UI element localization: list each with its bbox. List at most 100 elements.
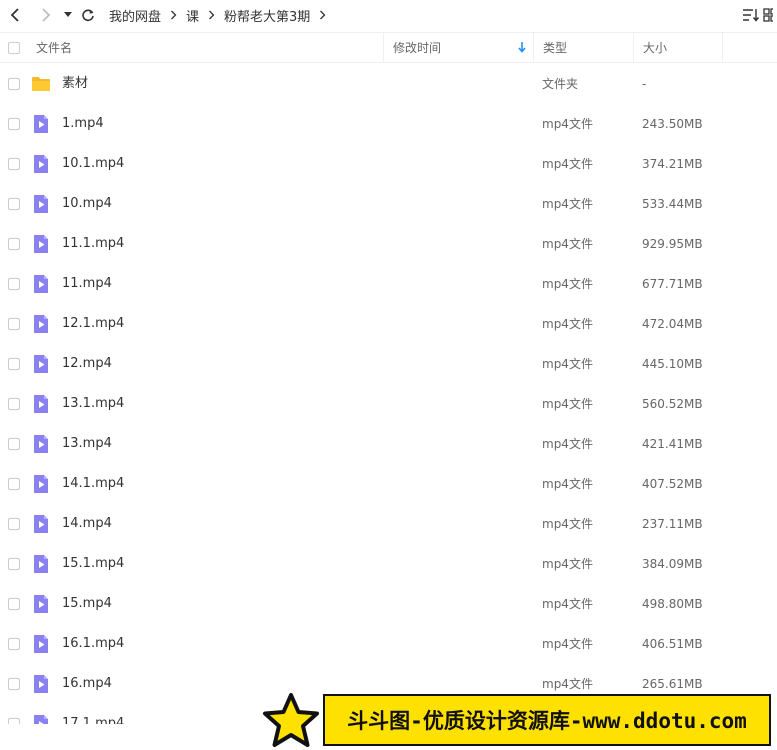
breadcrumb-item[interactable]: 粉帮老大第3期 [224, 6, 310, 25]
file-name[interactable]: 15.1.mp4 [62, 544, 124, 584]
file-row[interactable]: 16.1.mp4 mp4文件 406.51MB [0, 624, 777, 664]
chevron-left-icon [10, 8, 19, 22]
file-size: 472.04MB [642, 317, 703, 331]
file-type: mp4文件 [542, 277, 593, 291]
file-list: 素材 文件夹 - 1.mp4 mp4文件 243.50MB 10.1.mp4 mp4文件 374… [0, 64, 777, 724]
file-type: 文件夹 [542, 77, 579, 91]
video-file-icon [31, 594, 51, 614]
file-row[interactable]: 12.1.mp4 mp4文件 472.04MB [0, 304, 777, 344]
row-checkbox[interactable] [8, 598, 20, 610]
row-checkbox[interactable] [8, 78, 20, 90]
file-row[interactable]: 13.mp4 mp4文件 421.41MB [0, 424, 777, 464]
view-mode-button[interactable] [763, 3, 777, 27]
file-type: mp4文件 [542, 437, 593, 451]
file-name[interactable]: 14.1.mp4 [62, 464, 124, 504]
file-type: mp4文件 [542, 357, 593, 371]
file-name[interactable]: 16.1.mp4 [62, 624, 124, 664]
file-type: mp4文件 [542, 637, 593, 651]
file-type: mp4文件 [542, 477, 593, 491]
video-file-icon [31, 234, 51, 254]
history-dropdown-button[interactable] [61, 4, 75, 26]
file-name[interactable]: 素材 [62, 64, 88, 104]
file-row[interactable]: 12.mp4 mp4文件 445.10MB [0, 344, 777, 384]
file-type: mp4文件 [542, 317, 593, 331]
row-checkbox[interactable] [8, 198, 20, 210]
file-row[interactable]: 14.mp4 mp4文件 237.11MB [0, 504, 777, 544]
file-type: mp4文件 [542, 117, 593, 131]
file-name[interactable]: 16.mp4 [62, 664, 112, 704]
row-checkbox[interactable] [8, 398, 20, 410]
file-row[interactable]: 素材 文件夹 - [0, 64, 777, 104]
file-size: 406.51MB [642, 637, 703, 651]
refresh-button[interactable] [77, 4, 99, 26]
sort-button[interactable] [739, 3, 763, 27]
breadcrumb-item[interactable]: 课 [186, 6, 199, 25]
folder-icon [31, 74, 51, 94]
row-checkbox[interactable] [8, 158, 20, 170]
file-name[interactable]: 13.mp4 [62, 424, 112, 464]
chevron-right-icon [319, 10, 326, 20]
row-checkbox[interactable] [8, 478, 20, 490]
file-name[interactable]: 17.1.mp4 [62, 704, 124, 724]
breadcrumb-item[interactable]: 我的网盘 [109, 6, 161, 25]
row-checkbox[interactable] [8, 318, 20, 330]
watermark-banner: 斗斗图-优质设计资源库-www.ddotu.com [260, 690, 775, 750]
video-file-icon [31, 394, 51, 414]
row-checkbox[interactable] [8, 518, 20, 530]
file-type: mp4文件 [542, 197, 593, 211]
file-row[interactable]: 15.1.mp4 mp4文件 384.09MB [0, 544, 777, 584]
file-name[interactable]: 14.mp4 [62, 504, 112, 544]
row-checkbox[interactable] [8, 358, 20, 370]
file-row[interactable]: 14.1.mp4 mp4文件 407.52MB [0, 464, 777, 504]
file-row[interactable]: 10.1.mp4 mp4文件 374.21MB [0, 144, 777, 184]
column-name[interactable]: 文件名 [36, 33, 383, 62]
file-row[interactable]: 13.1.mp4 mp4文件 560.52MB [0, 384, 777, 424]
column-size[interactable]: 大小 [633, 33, 723, 62]
video-file-icon [31, 434, 51, 454]
row-checkbox[interactable] [8, 678, 20, 690]
file-row[interactable]: 11.1.mp4 mp4文件 929.95MB [0, 224, 777, 264]
chevron-right-icon [170, 10, 177, 20]
file-name[interactable]: 10.mp4 [62, 184, 112, 224]
row-checkbox[interactable] [8, 558, 20, 570]
video-file-icon [31, 354, 51, 374]
video-file-icon [31, 154, 51, 174]
refresh-icon [82, 9, 94, 22]
file-row[interactable]: 11.mp4 mp4文件 677.71MB [0, 264, 777, 304]
file-type: mp4文件 [542, 397, 593, 411]
file-name[interactable]: 13.1.mp4 [62, 384, 124, 424]
column-type[interactable]: 类型 [533, 33, 633, 62]
row-checkbox[interactable] [8, 238, 20, 250]
file-name[interactable]: 12.1.mp4 [62, 304, 124, 344]
select-all-checkbox[interactable] [8, 42, 20, 54]
file-name[interactable]: 1.mp4 [62, 104, 104, 144]
file-size: 407.52MB [642, 477, 703, 491]
grid-view-icon [763, 8, 773, 22]
back-button[interactable] [4, 4, 26, 26]
chevron-right-icon [208, 10, 215, 20]
file-size: 237.11MB [642, 517, 703, 531]
forward-button[interactable] [35, 4, 57, 26]
video-file-icon [31, 554, 51, 574]
breadcrumb: 我的网盘 课 粉帮老大第3期 [109, 6, 335, 25]
file-row[interactable]: 15.mp4 mp4文件 498.80MB [0, 584, 777, 624]
file-name[interactable]: 11.1.mp4 [62, 224, 124, 264]
file-name[interactable]: 12.mp4 [62, 344, 112, 384]
star-icon [263, 693, 319, 747]
file-name[interactable]: 11.mp4 [62, 264, 112, 304]
watermark-text: 斗斗图-优质设计资源库-www.ddotu.com [323, 694, 771, 746]
row-checkbox[interactable] [8, 718, 20, 724]
file-row[interactable]: 1.mp4 mp4文件 243.50MB [0, 104, 777, 144]
video-file-icon [31, 514, 51, 534]
file-row[interactable]: 10.mp4 mp4文件 533.44MB [0, 184, 777, 224]
row-checkbox[interactable] [8, 278, 20, 290]
file-type: mp4文件 [542, 597, 593, 611]
column-modified-time[interactable]: 修改时间 [383, 33, 533, 62]
row-checkbox[interactable] [8, 118, 20, 130]
row-checkbox[interactable] [8, 438, 20, 450]
row-checkbox[interactable] [8, 638, 20, 650]
file-name[interactable]: 15.mp4 [62, 584, 112, 624]
file-size: 533.44MB [642, 197, 703, 211]
file-size: 445.10MB [642, 357, 703, 371]
file-name[interactable]: 10.1.mp4 [62, 144, 124, 184]
